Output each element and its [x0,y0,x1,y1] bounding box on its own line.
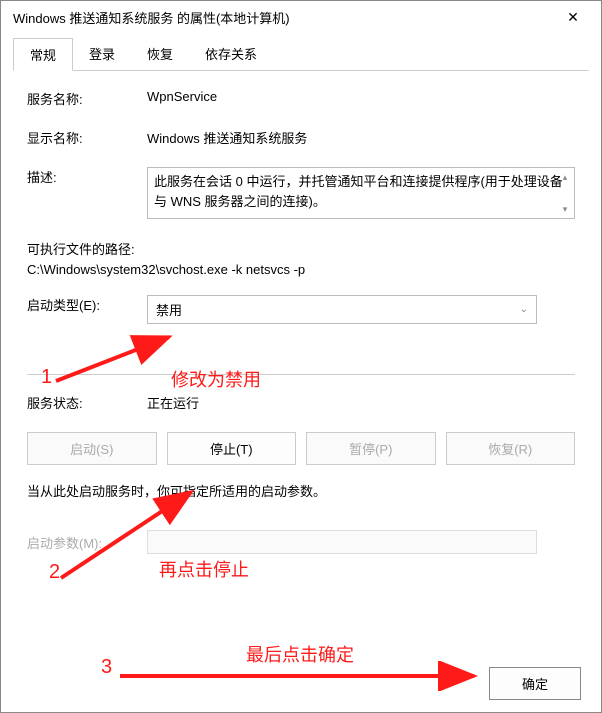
service-status-label: 服务状态: [27,393,147,412]
description-label: 描述: [27,167,147,186]
annotation-text-2: 再点击停止 [159,556,249,582]
description-textarea[interactable]: 此服务在会话 0 中运行，并托管通知平台和连接提供程序(用于处理设备与 WNS … [147,167,575,219]
start-button: 启动(S) [27,432,157,465]
startup-type-select[interactable]: 禁用 ⌄ [147,295,537,324]
tab-logon[interactable]: 登录 [73,38,131,71]
tab-recovery[interactable]: 恢复 [131,38,189,71]
annotation-number-3: 3 [101,656,112,679]
display-name-value: Windows 推送通知系统服务 [147,128,575,147]
scroll-down-icon[interactable]: ▾ [558,202,572,216]
startup-type-value: 禁用 [156,300,182,319]
service-control-buttons: 启动(S) 停止(T) 暂停(P) 恢复(R) [27,432,575,465]
dialog-footer: 确定 [489,667,581,700]
stop-button[interactable]: 停止(T) [167,432,297,465]
pause-button: 暂停(P) [306,432,436,465]
start-params-input [147,530,537,554]
annotation-text-3: 最后点击确定 [246,641,354,667]
service-name-value: WpnService [147,89,575,104]
annotation-arrow-3 [116,661,486,691]
close-icon: ✕ [567,9,579,26]
display-name-label: 显示名称: [27,128,147,147]
close-button[interactable]: ✕ [553,3,593,31]
start-params-hint: 当从此处启动服务时，你可指定所适用的启动参数。 [27,481,575,500]
tab-general[interactable]: 常规 [13,38,73,71]
startup-type-label: 启动类型(E): [27,295,147,314]
exe-path-label: 可执行文件的路径: [27,239,575,258]
tab-content: 服务名称: WpnService 显示名称: Windows 推送通知系统服务 … [1,71,601,554]
start-params-label: 启动参数(M): [27,533,147,552]
properties-dialog: Windows 推送通知系统服务 的属性(本地计算机) ✕ 常规 登录 恢复 依… [0,0,602,713]
divider [27,374,575,375]
resume-button: 恢复(R) [446,432,576,465]
service-status-value: 正在运行 [147,393,575,412]
ok-button[interactable]: 确定 [489,667,581,700]
service-name-label: 服务名称: [27,89,147,108]
tab-dependencies[interactable]: 依存关系 [189,38,273,71]
annotation-number-2: 2 [49,561,60,584]
window-title: Windows 推送通知系统服务 的属性(本地计算机) [13,8,290,27]
description-text: 此服务在会话 0 中运行，并托管通知平台和连接提供程序(用于处理设备与 WNS … [154,174,563,209]
chevron-down-icon: ⌄ [520,304,528,315]
tab-bar: 常规 登录 恢复 依存关系 [13,37,589,71]
exe-path-value: C:\Windows\system32\svchost.exe -k netsv… [27,262,575,277]
titlebar: Windows 推送通知系统服务 的属性(本地计算机) ✕ [1,1,601,33]
scroll-up-icon[interactable]: ▴ [558,170,572,184]
